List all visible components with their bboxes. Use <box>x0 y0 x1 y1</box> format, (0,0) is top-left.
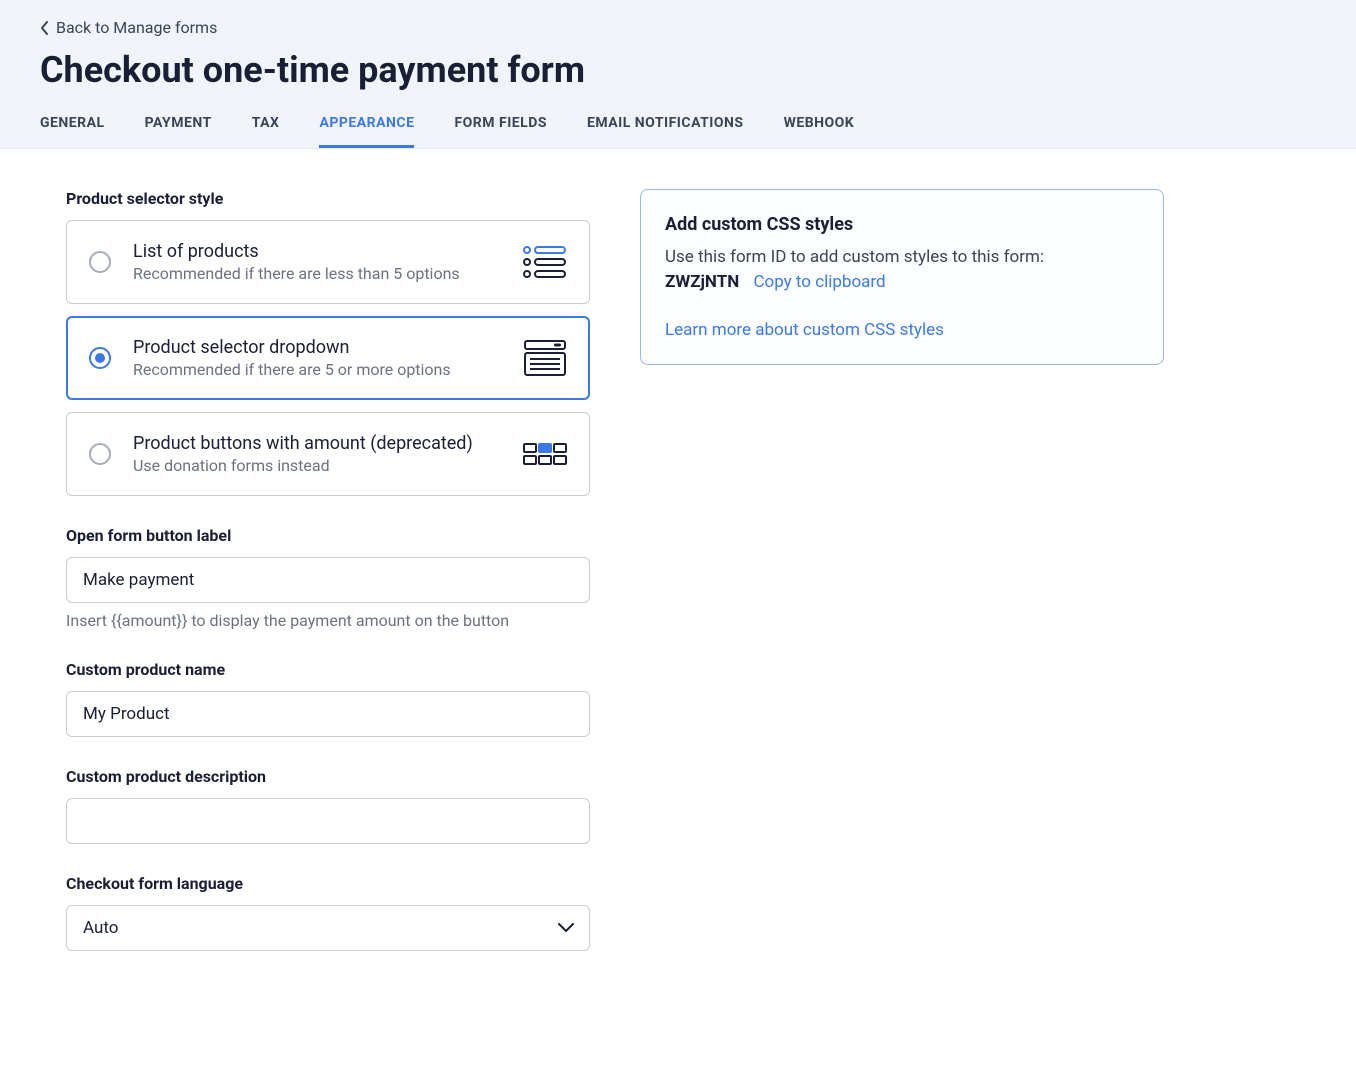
page-title: Checkout one-time payment form <box>40 49 1316 91</box>
tab-form-fields[interactable]: FORM FIELDS <box>454 115 547 148</box>
option-sub: Use donation forms instead <box>133 456 501 475</box>
selector-style-label: Product selector style <box>66 189 590 208</box>
grid-icon <box>523 443 567 465</box>
radio-icon <box>89 251 111 273</box>
option-sub: Recommended if there are 5 or more optio… <box>133 360 501 379</box>
css-card-title: Add custom CSS styles <box>665 214 1139 235</box>
tab-general[interactable]: GENERAL <box>40 115 105 148</box>
copy-to-clipboard-link[interactable]: Copy to clipboard <box>753 272 885 292</box>
tab-webhook[interactable]: WEBHOOK <box>784 115 855 148</box>
tab-email-notifications[interactable]: EMAIL NOTIFICATIONS <box>587 115 744 148</box>
option-sub: Recommended if there are less than 5 opt… <box>133 264 501 283</box>
css-card-body: Use this form ID to add custom styles to… <box>665 247 1044 267</box>
radio-icon <box>89 443 111 465</box>
tabs: GENERAL PAYMENT TAX APPEARANCE FORM FIEL… <box>40 115 1316 148</box>
option-title: Product buttons with amount (deprecated) <box>133 433 501 454</box>
form-id-value: ZWZjNTN <box>665 272 739 292</box>
button-label-label: Open form button label <box>66 526 590 545</box>
button-label-helper: Insert {{amount}} to display the payment… <box>66 611 590 630</box>
option-title: List of products <box>133 241 501 262</box>
tab-appearance[interactable]: APPEARANCE <box>319 115 414 148</box>
radio-icon <box>89 347 111 369</box>
product-name-input[interactable] <box>66 691 590 737</box>
button-label-input[interactable] <box>66 557 590 603</box>
chevron-left-icon <box>40 21 50 35</box>
tab-payment[interactable]: PAYMENT <box>145 115 212 148</box>
css-info-card: Add custom CSS styles Use this form ID t… <box>640 189 1164 365</box>
tab-tax[interactable]: TAX <box>252 115 280 148</box>
learn-more-link[interactable]: Learn more about custom CSS styles <box>665 320 944 340</box>
selector-option-list[interactable]: List of products Recommended if there ar… <box>66 220 590 304</box>
selector-option-buttons[interactable]: Product buttons with amount (deprecated)… <box>66 412 590 496</box>
back-link[interactable]: Back to Manage forms <box>40 18 217 37</box>
list-icon <box>523 245 567 279</box>
language-select[interactable] <box>66 905 590 951</box>
language-label: Checkout form language <box>66 874 590 893</box>
selector-option-dropdown[interactable]: Product selector dropdown Recommended if… <box>66 316 590 400</box>
product-name-label: Custom product name <box>66 660 590 679</box>
back-link-label: Back to Manage forms <box>56 18 217 37</box>
dropdown-icon <box>523 340 567 376</box>
option-title: Product selector dropdown <box>133 337 501 358</box>
product-desc-label: Custom product description <box>66 767 590 786</box>
product-desc-input[interactable] <box>66 798 590 844</box>
